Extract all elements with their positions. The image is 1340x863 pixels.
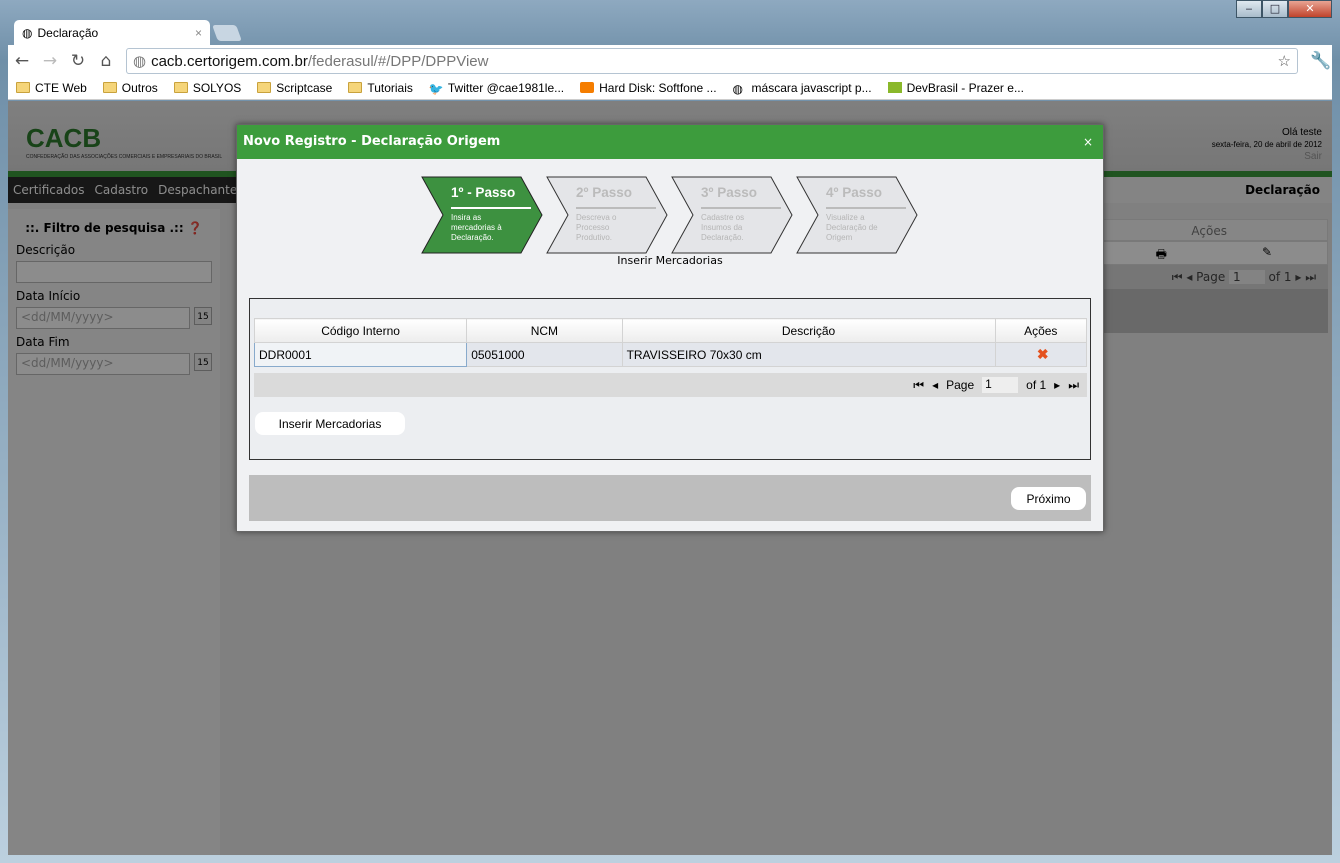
novo-registro-modal: Novo Registro - Declaração Origem × 1º - …	[236, 124, 1104, 532]
wizard-steps: 1º - Passo Insira as mercadorias à Declar…	[237, 176, 1103, 256]
mercadorias-table: Código Interno NCM Descrição Ações DDR0001 0…	[253, 318, 1088, 367]
close-tab-icon[interactable]: ×	[195, 26, 202, 40]
step-1[interactable]: 1º - Passo Insira as mercadorias à Declar…	[421, 176, 543, 254]
reload-icon[interactable]: ↻	[70, 51, 86, 71]
bookmark-item[interactable]: Tutoriais	[348, 81, 413, 95]
folder-icon	[16, 82, 30, 93]
bookmark-item[interactable]: DevBrasil - Prazer e...	[887, 81, 1024, 95]
step-2[interactable]: 2º Passo Descreva o Processo Produtivo.	[546, 176, 668, 254]
twitter-icon: 🐦	[428, 82, 444, 96]
close-icon[interactable]: ×	[1083, 125, 1093, 159]
bookmark-item[interactable]: SOLYOS	[173, 81, 241, 95]
maximize-button[interactable]: □	[1262, 0, 1288, 18]
globe-icon: ◍	[732, 82, 744, 96]
step-3[interactable]: 3º Passo Cadastre os Insumos da Declaraçã…	[671, 176, 793, 254]
folder-icon	[257, 82, 272, 93]
browser-tab[interactable]: ◍ Declaração ×	[14, 20, 210, 46]
minimize-button[interactable]: ‒	[1236, 0, 1262, 18]
folder-icon	[102, 82, 117, 93]
mercadorias-panel: Código Interno NCM Descrição Ações DDR0001 0…	[249, 298, 1091, 460]
devbrasil-icon	[887, 82, 902, 93]
star-icon[interactable]: ☆	[1278, 52, 1291, 70]
bookmark-item[interactable]: Hard Disk: Softfone ...	[580, 81, 717, 95]
globe-icon: ◍	[22, 26, 33, 40]
folder-icon	[173, 82, 188, 93]
delete-icon[interactable]: ✖	[994, 342, 1088, 367]
new-tab-button[interactable]	[212, 25, 242, 41]
inserir-mercadorias-button[interactable]: Inserir Mercadorias	[255, 412, 405, 435]
table-row[interactable]: DDR0001 05051000 TRAVISSEIRO 70x30 cm ✖	[253, 342, 1088, 367]
bookmark-item[interactable]: CTE Web	[16, 81, 87, 95]
pager: ⏮ ◂ Page 1 of 1 ▸ ⏭	[254, 373, 1087, 397]
bookmark-item[interactable]: ◍ máscara javascript p...	[732, 81, 872, 96]
bookmark-item[interactable]: Outros	[102, 81, 158, 95]
wrench-icon[interactable]: 🔧	[1310, 51, 1331, 71]
last-page-icon[interactable]: ⏭	[1068, 378, 1079, 393]
forward-icon[interactable]: →	[42, 51, 58, 71]
step-4[interactable]: 4º Passo Visualize a Declaração de Origem	[796, 176, 918, 254]
bookmark-item[interactable]: Scriptcase	[257, 81, 332, 95]
prev-page-icon[interactable]: ◂	[932, 378, 938, 392]
home-icon[interactable]: ⌂	[98, 51, 114, 71]
page-input[interactable]: 1	[982, 377, 1019, 393]
close-window-button[interactable]: ✕	[1288, 0, 1332, 18]
folder-icon	[348, 82, 363, 93]
back-icon[interactable]: ←	[14, 51, 30, 71]
blogger-icon	[580, 82, 595, 93]
first-page-icon[interactable]: ⏮	[913, 378, 924, 393]
proximo-button[interactable]: Próximo	[1011, 487, 1086, 510]
next-page-icon[interactable]: ▸	[1054, 378, 1060, 392]
bookmarks-bar: CTE Web Outros SOLYOS Scriptcase Tutoria…	[8, 77, 1332, 100]
bookmark-item[interactable]: 🐦 Twitter @cae1981le...	[428, 81, 564, 96]
modal-title: Novo Registro - Declaração Origem	[243, 134, 501, 149]
address-bar[interactable]: ◍ cacb.certorigem.com.br/federasul/#/DPP/…	[126, 48, 1298, 74]
globe-icon: ◍	[133, 53, 147, 70]
